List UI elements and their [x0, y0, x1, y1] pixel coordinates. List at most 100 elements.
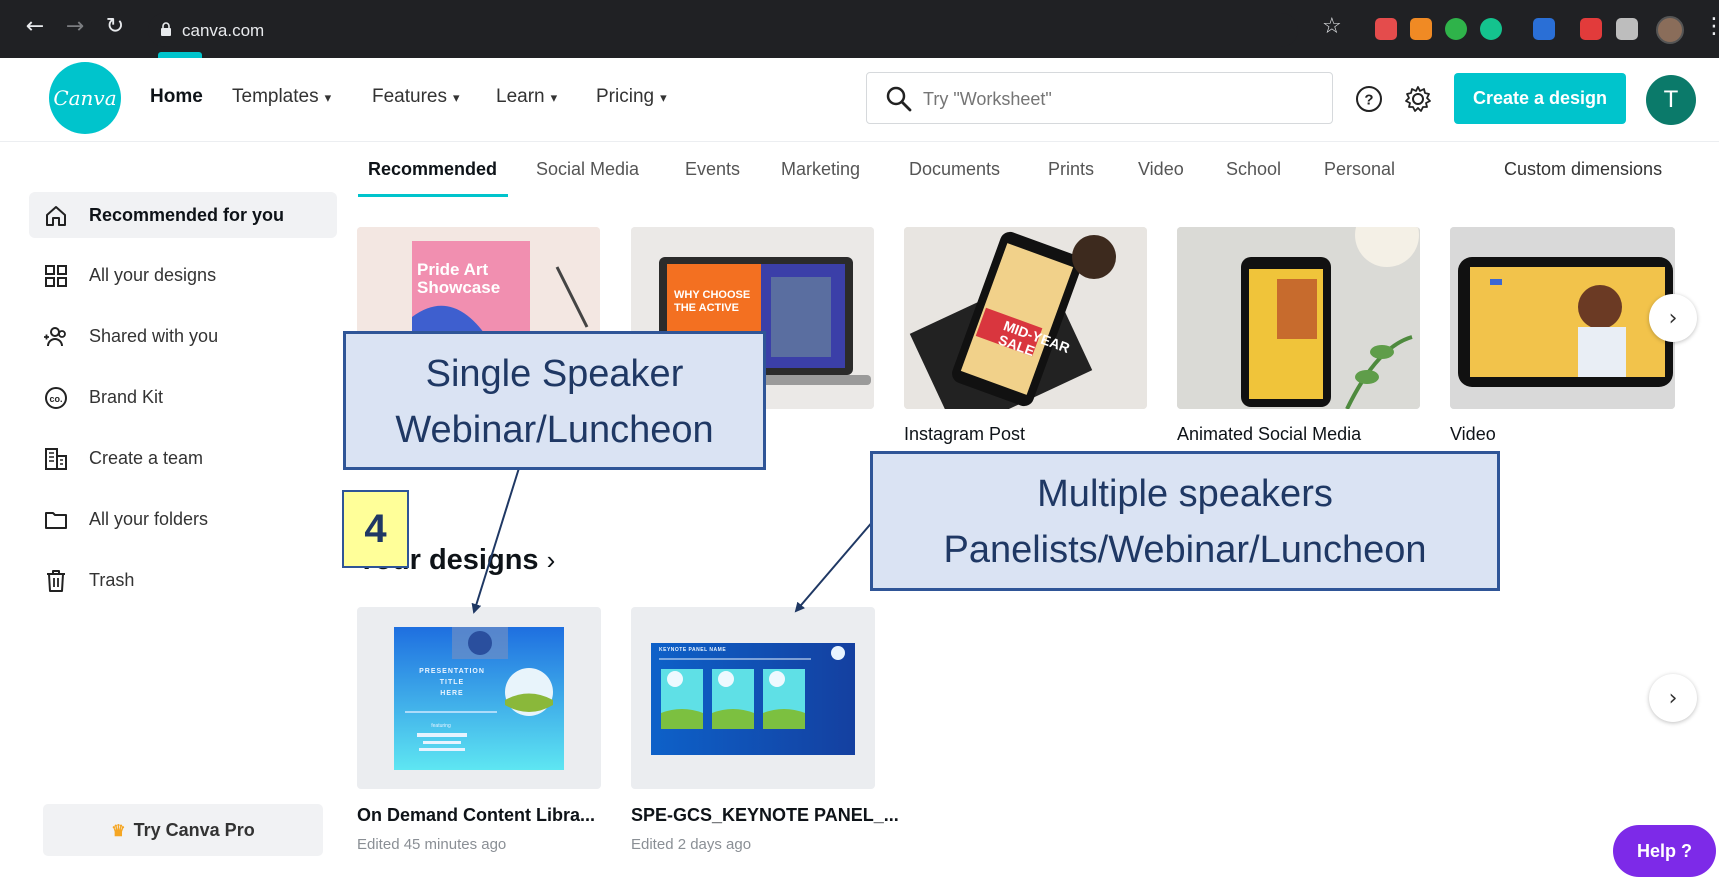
- design-title[interactable]: SPE-GCS_KEYNOTE PANEL_...: [631, 805, 899, 826]
- try-canva-pro-button[interactable]: ♛ Try Canva Pro: [43, 804, 323, 856]
- search-input[interactable]: [923, 85, 1303, 113]
- extension-new-icon[interactable]: [1533, 18, 1555, 40]
- tab-events[interactable]: Events: [685, 159, 740, 180]
- bookmark-star-icon[interactable]: ☆: [1322, 14, 1342, 39]
- folder-icon: [45, 512, 67, 529]
- card-text: Pride Art Showcase: [417, 260, 501, 297]
- sidebar-item-recommended[interactable]: Recommended for you: [29, 192, 337, 238]
- tab-social-media[interactable]: Social Media: [536, 159, 639, 180]
- chevron-down-icon: ▾: [550, 90, 558, 105]
- chevron-right-icon: ›: [1668, 685, 1678, 711]
- design-title[interactable]: On Demand Content Libra...: [357, 805, 595, 826]
- extensions-puzzle-icon[interactable]: [1616, 18, 1638, 40]
- template-label-video: Video: [1450, 424, 1496, 444]
- sidebar-item-all-designs[interactable]: All your designs: [29, 252, 337, 298]
- reload-icon[interactable]: ↻: [102, 14, 128, 40]
- sidebar-item-create-team[interactable]: Create a team: [29, 435, 337, 481]
- avatar[interactable]: T: [1646, 75, 1696, 125]
- create-design-button[interactable]: Create a design: [1454, 73, 1626, 124]
- card-text: WHY CHOOSE THE ACTIVE: [674, 289, 751, 314]
- address-bar[interactable]: canva.com: [148, 13, 1298, 47]
- templates-next-button[interactable]: ›: [1649, 294, 1697, 342]
- canva-logo[interactable]: Canva: [49, 62, 121, 134]
- sidebar-item-label: All your folders: [89, 509, 209, 529]
- help-circle-icon[interactable]: ?: [1355, 85, 1383, 113]
- template-label-instagram: Instagram Post: [904, 424, 1026, 444]
- tab-school[interactable]: School: [1226, 159, 1281, 180]
- brand-kit-icon: co.: [45, 387, 67, 409]
- design-thumb-header: KEYNOTE PANEL NAME: [659, 647, 727, 653]
- browser-menu-icon[interactable]: ⋮: [1703, 14, 1719, 39]
- template-card-video[interactable]: [1450, 227, 1675, 409]
- tab-recommended[interactable]: Recommended: [368, 159, 497, 180]
- chevron-right-icon: ›: [546, 545, 556, 575]
- sidebar-item-label: Shared with you: [89, 326, 219, 346]
- browser-profile-avatar[interactable]: [1656, 16, 1684, 44]
- tab-documents[interactable]: Documents: [909, 159, 1000, 180]
- extension-red-icon[interactable]: [1580, 18, 1602, 40]
- chevron-down-icon: ▾: [660, 90, 667, 105]
- svg-text:featuring: featuring: [431, 723, 451, 729]
- template-card-animated-social[interactable]: [1177, 227, 1420, 409]
- sidebar-item-folders[interactable]: All your folders: [29, 496, 337, 542]
- sidebar-item-label: Brand Kit: [89, 387, 164, 407]
- sidebar: Recommended for you All your designs Sha…: [0, 142, 350, 889]
- template-label-animated-social: Animated Social Media: [1177, 424, 1362, 444]
- template-thumbnail: [1177, 227, 1420, 409]
- tab-prints[interactable]: Prints: [1048, 159, 1094, 180]
- extension-grammarly-icon[interactable]: [1480, 18, 1502, 40]
- search-icon: [886, 86, 912, 112]
- nav-home[interactable]: Home: [150, 86, 203, 108]
- back-icon[interactable]: ←: [22, 14, 48, 40]
- extension-orange-icon[interactable]: [1410, 18, 1432, 40]
- svg-text:co.: co.: [49, 394, 62, 404]
- design-thumbnail: [651, 643, 855, 755]
- callout-multiple-speakers: Multiple speakers Panelists/Webinar/Lunc…: [870, 451, 1500, 591]
- template-card-instagram-post[interactable]: MID-YEAR SALE: [904, 227, 1147, 409]
- tab-video[interactable]: Video: [1138, 159, 1184, 180]
- svg-text:?: ?: [1364, 92, 1373, 109]
- extension-green-icon[interactable]: [1445, 18, 1467, 40]
- sidebar-item-shared[interactable]: Shared with you: [29, 313, 337, 359]
- designs-next-button[interactable]: ›: [1649, 674, 1697, 722]
- trash-icon: [47, 570, 65, 592]
- tab-marketing[interactable]: Marketing: [781, 159, 860, 180]
- gear-icon[interactable]: [1404, 85, 1432, 113]
- browser-toolbar: ← → ↻ canva.com ☆ ⋮: [0, 0, 1719, 58]
- sidebar-item-label: Trash: [89, 570, 135, 590]
- chevron-down-icon: ▾: [452, 90, 460, 105]
- sidebar-item-label: All your designs: [89, 265, 217, 285]
- design-card-on-demand[interactable]: featuring PRESENTATION TITLE HERE: [357, 607, 601, 789]
- active-tab-underline: [358, 194, 508, 197]
- url-text: canva.com: [182, 21, 265, 40]
- people-icon: [44, 327, 66, 347]
- category-tabs: Recommended Social Media Events Marketin…: [358, 142, 1698, 198]
- lock-icon: [161, 22, 171, 36]
- app-header: Canva Home Templates ▾ Features ▾ Learn ▾ P…: [0, 58, 1719, 142]
- nav-pricing[interactable]: Pricing ▾: [596, 86, 667, 108]
- nav-learn[interactable]: Learn ▾: [496, 86, 557, 108]
- grid-icon: [45, 265, 67, 287]
- template-thumbnail: [1450, 227, 1675, 409]
- building-icon: [45, 448, 67, 470]
- step-number-badge: 4: [342, 490, 409, 568]
- template-thumbnail: [904, 227, 1147, 409]
- sidebar-item-trash[interactable]: Trash: [29, 557, 337, 603]
- design-card-keynote-panel[interactable]: KEYNOTE PANEL NAME: [631, 607, 875, 789]
- custom-dimensions-link[interactable]: Custom dimensions: [1504, 159, 1662, 180]
- callout-single-speaker: Single Speaker Webinar/Luncheon: [343, 331, 766, 470]
- forward-icon[interactable]: →: [62, 14, 88, 40]
- nav-features[interactable]: Features ▾: [372, 86, 460, 108]
- nav-templates[interactable]: Templates ▾: [232, 86, 331, 108]
- sidebar-item-label: Create a team: [89, 448, 204, 468]
- help-button[interactable]: Help ?: [1613, 825, 1716, 877]
- design-edited-time: Edited 2 days ago: [631, 836, 752, 853]
- extension-pocket-icon[interactable]: [1375, 18, 1397, 40]
- home-icon: [46, 206, 66, 226]
- sidebar-item-brand-kit[interactable]: co. Brand Kit: [29, 374, 337, 420]
- chevron-right-icon: ›: [1668, 305, 1678, 331]
- design-edited-time: Edited 45 minutes ago: [357, 836, 507, 853]
- chevron-down-icon: ▾: [324, 90, 332, 105]
- tab-personal[interactable]: Personal: [1324, 159, 1395, 180]
- search-box[interactable]: [866, 72, 1333, 124]
